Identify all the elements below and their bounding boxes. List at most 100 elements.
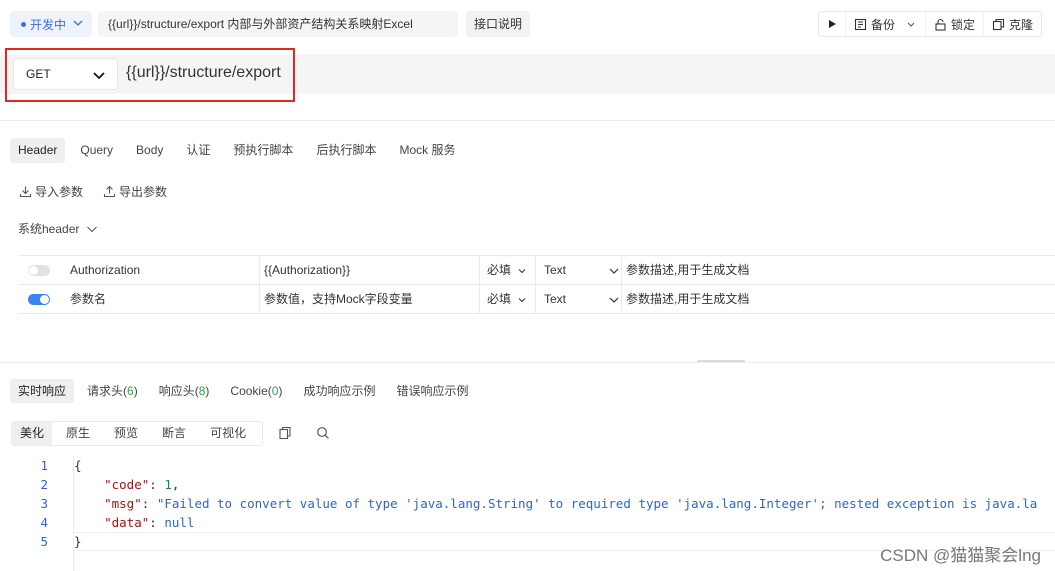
param-required-value: 必填	[487, 292, 512, 306]
param-value-input[interactable]: 参数值，支持Mock字段变量	[264, 285, 476, 314]
param-enable-toggle[interactable]	[28, 294, 50, 305]
chevron-down-icon	[518, 297, 526, 303]
tab-pre-script[interactable]: 预执行脚本	[225, 138, 301, 163]
import-params-label: 导入参数	[35, 185, 84, 199]
param-required-value: 必填	[487, 263, 512, 277]
tab-label: 请求头	[87, 384, 124, 398]
tab-post-script[interactable]: 后执行脚本	[308, 138, 384, 163]
json-value: 1	[164, 477, 172, 492]
code-line: 3 "msg": "Failed to convert value of typ…	[0, 494, 1055, 513]
chevron-down-icon	[907, 22, 915, 27]
tab-label: 成功响应示例	[303, 384, 376, 398]
export-params-label: 导出参数	[119, 185, 168, 199]
param-required-select[interactable]: 必填	[487, 285, 535, 314]
param-type-select[interactable]: Text	[544, 256, 620, 285]
view-assert[interactable]: 断言	[154, 422, 194, 445]
divider	[0, 362, 1055, 363]
lock-label: 锁定	[951, 17, 976, 32]
count-badge: 6	[127, 384, 134, 398]
view-mode-segmented: 美化 原生 预览 断言 可视化	[11, 421, 264, 446]
tab-request-headers[interactable]: 请求头(6)	[79, 379, 146, 403]
divider	[0, 120, 1055, 121]
count-badge: 0	[271, 384, 279, 398]
view-beautify[interactable]: 美化	[12, 422, 53, 445]
tab-mock[interactable]: Mock 服务	[391, 138, 463, 163]
tab-label: Cookie	[230, 384, 268, 398]
tab-success-example[interactable]: 成功响应示例	[295, 379, 383, 403]
code-text: "data": null	[104, 515, 195, 530]
tab-label: 响应头	[158, 384, 195, 398]
param-value-input[interactable]: {{Authorization}}	[264, 256, 476, 285]
json-key: "code"	[104, 477, 150, 492]
tab-header[interactable]: Header	[10, 138, 66, 163]
clone-button[interactable]: 克隆	[983, 12, 1041, 36]
view-visualize[interactable]: 可视化	[202, 422, 254, 445]
chevron-down-icon	[73, 20, 83, 26]
param-type-select[interactable]: Text	[544, 285, 620, 314]
status-label: 开发中	[30, 17, 67, 32]
param-io-actions: 导入参数 导出参数	[19, 183, 167, 200]
tab-cookie[interactable]: Cookie(0)	[222, 379, 290, 403]
json-value: null	[164, 515, 195, 530]
backup-label: 备份	[871, 17, 896, 32]
tab-query[interactable]: Query	[72, 138, 121, 163]
param-required-select[interactable]: 必填	[487, 256, 535, 285]
view-tools	[278, 426, 330, 440]
status-dropdown[interactable]: 开发中	[10, 11, 92, 37]
chevron-down-icon	[518, 268, 526, 274]
backup-button[interactable]: 备份	[845, 12, 925, 36]
param-name-input[interactable]: Authorization	[70, 256, 255, 285]
import-params-button[interactable]: 导入参数	[19, 183, 83, 200]
code-line: 2 "code": 1,	[0, 475, 1055, 494]
tab-label: 实时响应	[18, 384, 67, 398]
response-tabs: 实时响应 请求头(6) 响应头(8) Cookie(0) 成功响应示例 错误响应…	[10, 379, 482, 403]
system-header-toggle[interactable]: 系统header	[18, 220, 99, 237]
param-enable-toggle[interactable]	[28, 265, 50, 276]
param-type-value: Text	[544, 292, 567, 306]
view-raw[interactable]: 原生	[58, 422, 98, 445]
tab-label: 错误响应示例	[396, 384, 469, 398]
line-number: 5	[40, 534, 48, 549]
tab-error-example[interactable]: 错误响应示例	[388, 379, 476, 403]
chevron-down-icon	[87, 226, 98, 232]
export-params-button[interactable]: 导出参数	[103, 183, 167, 200]
api-name-input[interactable]: {{url}}/structure/export 内部与外部资产结构关系映射Ex…	[98, 11, 458, 37]
top-bar: 开发中 {{url}}/structure/export 内部与外部资产结构关系…	[0, 0, 1055, 48]
copy-icon[interactable]	[278, 426, 292, 440]
clone-label: 克隆	[1009, 17, 1034, 32]
copy-icon	[992, 18, 1005, 30]
status-dot-icon	[21, 21, 26, 27]
param-name-input[interactable]: 参数名	[70, 285, 255, 314]
brace: {	[74, 458, 82, 473]
tab-auth[interactable]: 认证	[178, 138, 218, 163]
play-icon	[829, 20, 836, 28]
brace: }	[74, 534, 82, 549]
lock-button[interactable]: 锁定	[925, 12, 983, 36]
code-line: 1 {	[0, 456, 1055, 475]
code-line: 4 "data": null	[0, 513, 1055, 532]
watermark: CSDN @猫猫聚会lng	[880, 546, 1041, 565]
tab-body[interactable]: Body	[128, 138, 171, 163]
lock-icon	[935, 18, 946, 31]
api-doc-button[interactable]: 接口说明	[466, 11, 530, 37]
highlight-annotation	[5, 48, 295, 102]
request-tabs: Header Query Body 认证 预执行脚本 后执行脚本 Mock 服务	[10, 138, 470, 163]
upload-icon	[103, 185, 116, 198]
code-text: {	[74, 456, 82, 475]
code-text: "msg": "Failed to convert value of type …	[104, 496, 1038, 511]
tab-response-headers[interactable]: 响应头(8)	[151, 379, 218, 403]
chevron-down-icon	[609, 297, 619, 303]
view-preview[interactable]: 预览	[106, 422, 146, 445]
top-actions: 备份 锁定 克隆	[818, 11, 1043, 37]
param-desc-input[interactable]: 参数描述,用于生成文档	[626, 256, 1026, 285]
search-icon[interactable]	[316, 426, 330, 440]
run-button[interactable]	[819, 12, 845, 36]
tab-live-response[interactable]: 实时响应	[10, 379, 75, 403]
header-params-table: Authorization {{Authorization}} 必填 Text …	[18, 255, 1055, 314]
table-row: Authorization {{Authorization}} 必填 Text …	[18, 256, 1055, 285]
param-desc-input[interactable]: 参数描述,用于生成文档	[626, 285, 1026, 314]
backup-icon	[854, 18, 867, 30]
json-value: "Failed to convert value of type 'java.l…	[156, 496, 1038, 511]
code-text: }	[74, 532, 82, 551]
table-row: 参数名 参数值，支持Mock字段变量 必填 Text 参数描述,用于生成文档	[18, 285, 1055, 314]
